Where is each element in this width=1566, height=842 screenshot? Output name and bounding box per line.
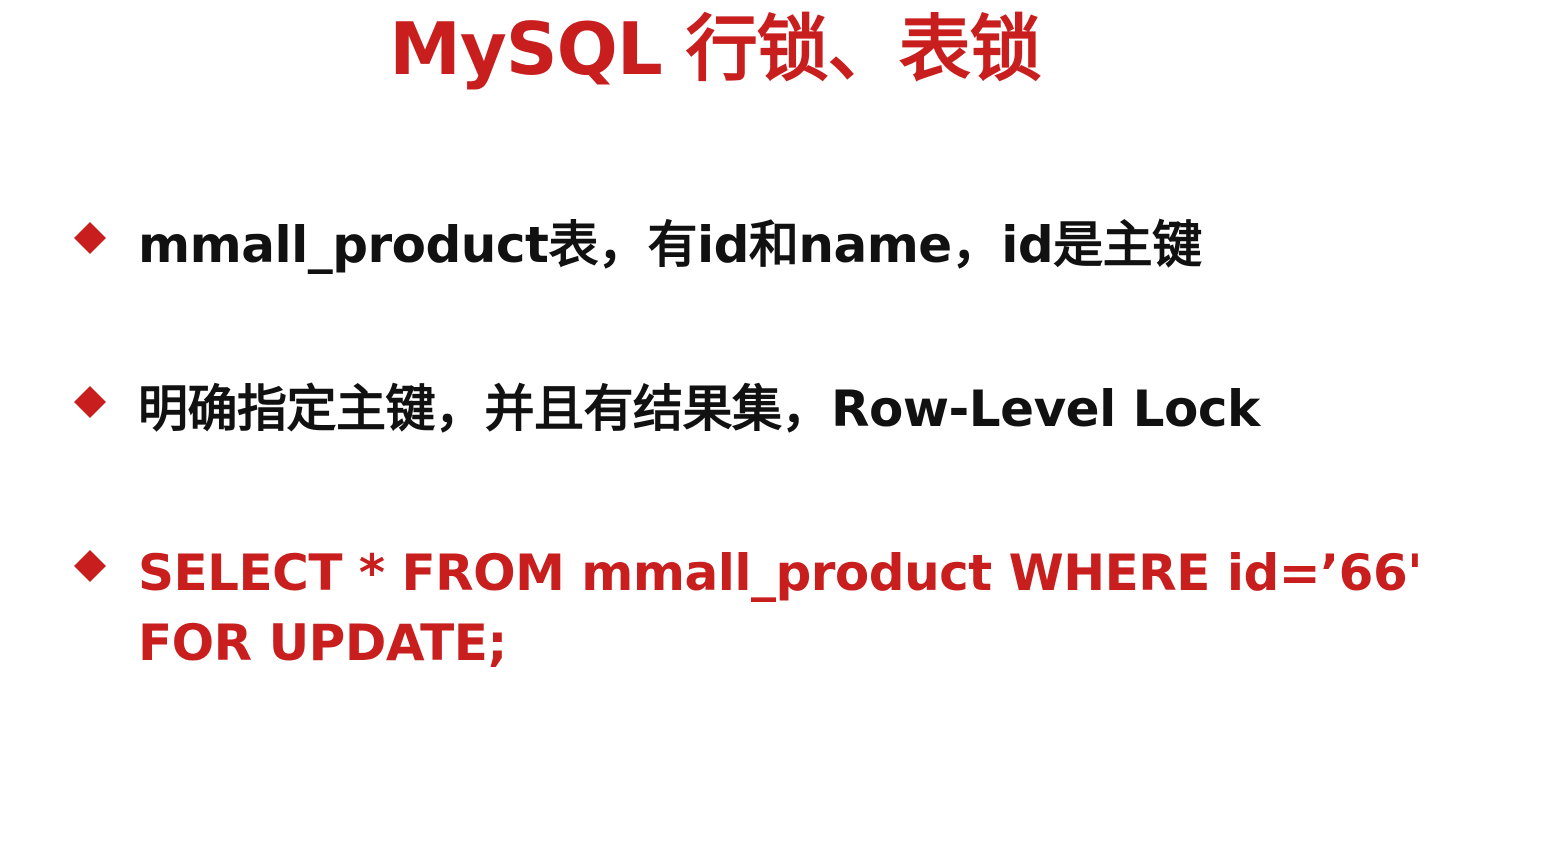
slide-title: MySQL 行锁、表锁 (389, 7, 1042, 91)
bullet-item: mmall_product表，有id和name，id是主键 (74, 210, 1554, 280)
bullet-item: 明确指定主键，并且有结果集，Row-Level Lock (74, 374, 1554, 444)
bullet-text: mmall_product表，有id和name，id是主键 (138, 216, 1202, 274)
slide: MySQL 行锁、表锁 mmall_product表，有id和name，id是主… (0, 0, 1566, 842)
red-diamond-icon (74, 222, 106, 254)
bullet-text: 明确指定主键，并且有结果集，Row-Level Lock (138, 380, 1260, 438)
red-diamond-icon (74, 386, 106, 418)
red-diamond-icon (74, 550, 106, 582)
bullet-item: SELECT * FROM mmall_product WHERE id=’66… (74, 538, 1554, 678)
sql-statement: SELECT * FROM mmall_product WHERE id=’66… (138, 544, 1423, 672)
